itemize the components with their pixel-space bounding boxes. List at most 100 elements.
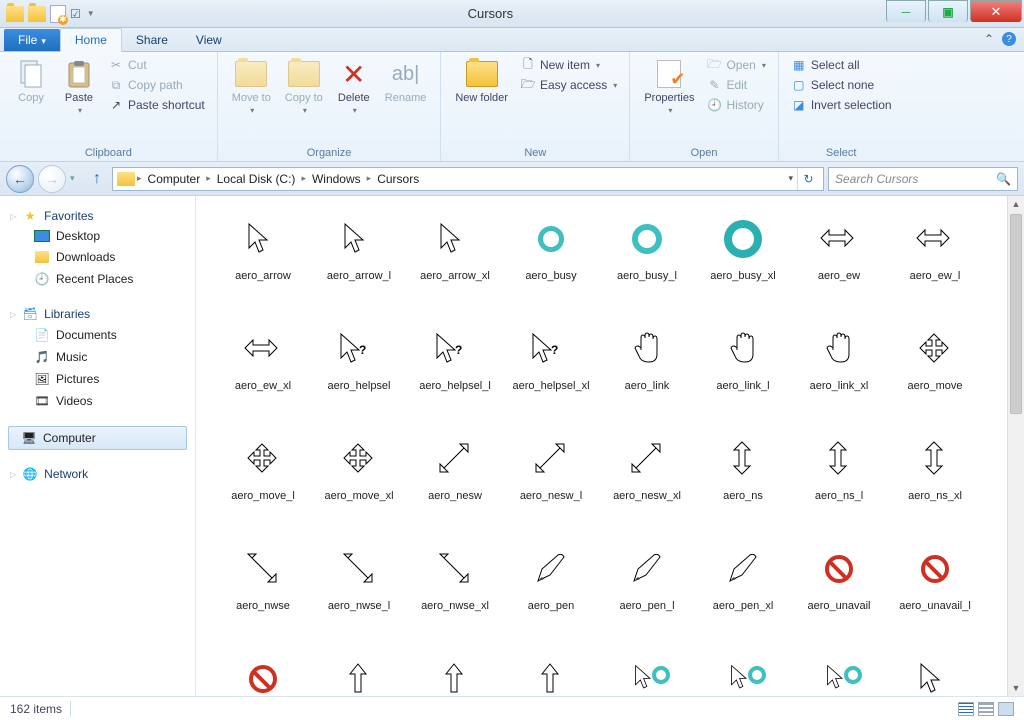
help-icon[interactable]: ?	[1002, 32, 1016, 46]
file-item[interactable]: aero_busy_l	[600, 210, 694, 318]
breadcrumb-item[interactable]: Computer	[144, 172, 205, 186]
invert-selection-button[interactable]: ◪Invert selection	[789, 96, 894, 114]
scroll-down-icon[interactable]: ▼	[1008, 680, 1024, 696]
home-tab[interactable]: Home	[60, 28, 122, 52]
file-item[interactable]: aero_ew	[792, 210, 886, 318]
chevron-right-icon[interactable]: ▸	[137, 173, 142, 184]
chevron-right-icon[interactable]: ▸	[206, 173, 211, 184]
file-item[interactable]: aero_busy_xl	[696, 210, 790, 318]
close-button[interactable]: ✕	[970, 0, 1022, 22]
file-item[interactable]: aero_working_l	[696, 650, 790, 696]
delete-button[interactable]: ✕Delete▾	[333, 56, 375, 117]
address-bar[interactable]: ▸ Computer ▸ Local Disk (C:) ▸ Windows ▸…	[112, 167, 824, 191]
file-item[interactable]: aero_busy	[504, 210, 598, 318]
search-icon[interactable]: 🔍	[996, 172, 1011, 186]
file-item[interactable]: aero_nesw_xl	[600, 430, 694, 538]
sidebar-item-downloads[interactable]: Downloads	[4, 246, 191, 268]
breadcrumb-item[interactable]: Windows	[308, 172, 365, 186]
file-item[interactable]: aero_nesw_l	[504, 430, 598, 538]
file-item[interactable]: aero_arrow_l	[312, 210, 406, 318]
forward-button[interactable]: →	[38, 165, 66, 193]
file-item[interactable]: aero_nwse_l	[312, 540, 406, 648]
edit-button[interactable]: ✎Edit	[704, 76, 767, 94]
select-all-button[interactable]: ▦Select all	[789, 56, 894, 74]
properties-button[interactable]: ✔Properties▾	[640, 56, 698, 117]
file-item[interactable]: aero_move_l	[216, 430, 310, 538]
address-dropdown-icon[interactable]: ▾	[788, 173, 793, 184]
file-item[interactable]: aero_ew_l	[888, 210, 982, 318]
file-item[interactable]: aero_link_xl	[792, 320, 886, 428]
file-item[interactable]: aero_helpsel	[312, 320, 406, 428]
new-file-icon[interactable]: ✱	[50, 5, 66, 23]
file-item[interactable]: aero_ns	[696, 430, 790, 538]
file-item[interactable]: arrow_i	[888, 650, 982, 696]
file-item[interactable]: aero_link_l	[696, 320, 790, 428]
sidebar-favorites-header[interactable]: ▷★Favorites	[4, 206, 191, 226]
new-item-button[interactable]: 🗋New item▾	[518, 56, 619, 74]
view-tab[interactable]: View	[182, 29, 236, 51]
file-item[interactable]: aero_helpsel_xl	[504, 320, 598, 428]
file-item[interactable]: aero_working_xl	[792, 650, 886, 696]
file-item[interactable]: aero_nwse_xl	[408, 540, 502, 648]
file-item[interactable]: aero_pen_l	[600, 540, 694, 648]
file-item[interactable]: aero_helpsel_l	[408, 320, 502, 428]
file-item[interactable]: aero_unavail_l	[888, 540, 982, 648]
history-button[interactable]: 🕘History	[704, 96, 767, 114]
chevron-right-icon[interactable]: ▸	[367, 173, 372, 184]
sidebar-item-music[interactable]: 🎵Music	[4, 346, 191, 368]
back-button[interactable]: ←	[6, 165, 34, 193]
file-item[interactable]: aero_link	[600, 320, 694, 428]
new-folder-button[interactable]: New folder	[451, 56, 512, 106]
cut-button[interactable]: ✂Cut	[106, 56, 207, 74]
file-item[interactable]: aero_pen_xl	[696, 540, 790, 648]
open-button[interactable]: 🗁Open▾	[704, 56, 767, 74]
file-item[interactable]: aero_unavail	[792, 540, 886, 648]
file-item[interactable]: aero_arrow_xl	[408, 210, 502, 318]
file-item[interactable]: aero_up	[312, 650, 406, 696]
sidebar-item-network[interactable]: ▷🌐Network	[4, 464, 191, 484]
properties-qat-icon[interactable]: ☑	[70, 7, 81, 21]
qat-dropdown-icon[interactable]: ▼	[87, 9, 95, 18]
easy-access-button[interactable]: 🗁Easy access▾	[518, 76, 619, 94]
file-tab[interactable]: File▾	[4, 29, 60, 51]
refresh-button[interactable]: ↻	[797, 168, 819, 190]
file-item[interactable]: aero_ns_xl	[888, 430, 982, 538]
file-item[interactable]: aero_pen	[504, 540, 598, 648]
sidebar-item-pictures[interactable]: 🖼Pictures	[4, 368, 191, 390]
breadcrumb-item[interactable]: Local Disk (C:)	[213, 172, 300, 186]
paste-button[interactable]: Paste ▾	[58, 56, 100, 117]
file-item[interactable]: aero_nwse	[216, 540, 310, 648]
file-item[interactable]: aero_nesw	[408, 430, 502, 538]
move-to-button[interactable]: Move to▾	[228, 56, 275, 117]
up-button[interactable]: ↑	[86, 168, 108, 190]
details-view-button[interactable]	[958, 702, 974, 716]
minimize-button[interactable]: ─	[886, 0, 926, 22]
sidebar-item-computer[interactable]: 🖥Computer	[8, 426, 187, 450]
file-item[interactable]: aero_arrow	[216, 210, 310, 318]
scroll-thumb[interactable]	[1010, 214, 1022, 414]
file-item[interactable]: aero_up_xl	[504, 650, 598, 696]
sidebar-item-desktop[interactable]: Desktop	[4, 226, 191, 246]
file-item[interactable]: aero_unavail_xl	[216, 650, 310, 696]
file-item[interactable]: aero_ew_xl	[216, 320, 310, 428]
select-none-button[interactable]: ▢Select none	[789, 76, 894, 94]
copy-button[interactable]: Copy	[10, 56, 52, 106]
file-item[interactable]: aero_move_xl	[312, 430, 406, 538]
sidebar-item-videos[interactable]: 🎞Videos	[4, 390, 191, 412]
list-view-button[interactable]	[978, 702, 994, 716]
file-item[interactable]: aero_working	[600, 650, 694, 696]
sidebar-item-documents[interactable]: 📄Documents	[4, 324, 191, 346]
file-item[interactable]: aero_move	[888, 320, 982, 428]
maximize-button[interactable]: ▣	[928, 0, 968, 22]
scrollbar-vertical[interactable]: ▲ ▼	[1007, 196, 1024, 696]
file-item[interactable]: aero_ns_l	[792, 430, 886, 538]
icons-view-button[interactable]	[998, 702, 1014, 716]
paste-shortcut-button[interactable]: ↗Paste shortcut	[106, 96, 207, 114]
sidebar-libraries-header[interactable]: ▷🗃Libraries	[4, 304, 191, 324]
scroll-up-icon[interactable]: ▲	[1008, 196, 1024, 212]
copy-path-button[interactable]: ⧉Copy path	[106, 76, 207, 94]
collapse-ribbon-icon[interactable]: ⌃	[984, 32, 994, 46]
file-item[interactable]: aero_up_l	[408, 650, 502, 696]
nav-history-dropdown[interactable]: ▾	[70, 173, 82, 184]
rename-button[interactable]: ab|Rename	[381, 56, 431, 106]
